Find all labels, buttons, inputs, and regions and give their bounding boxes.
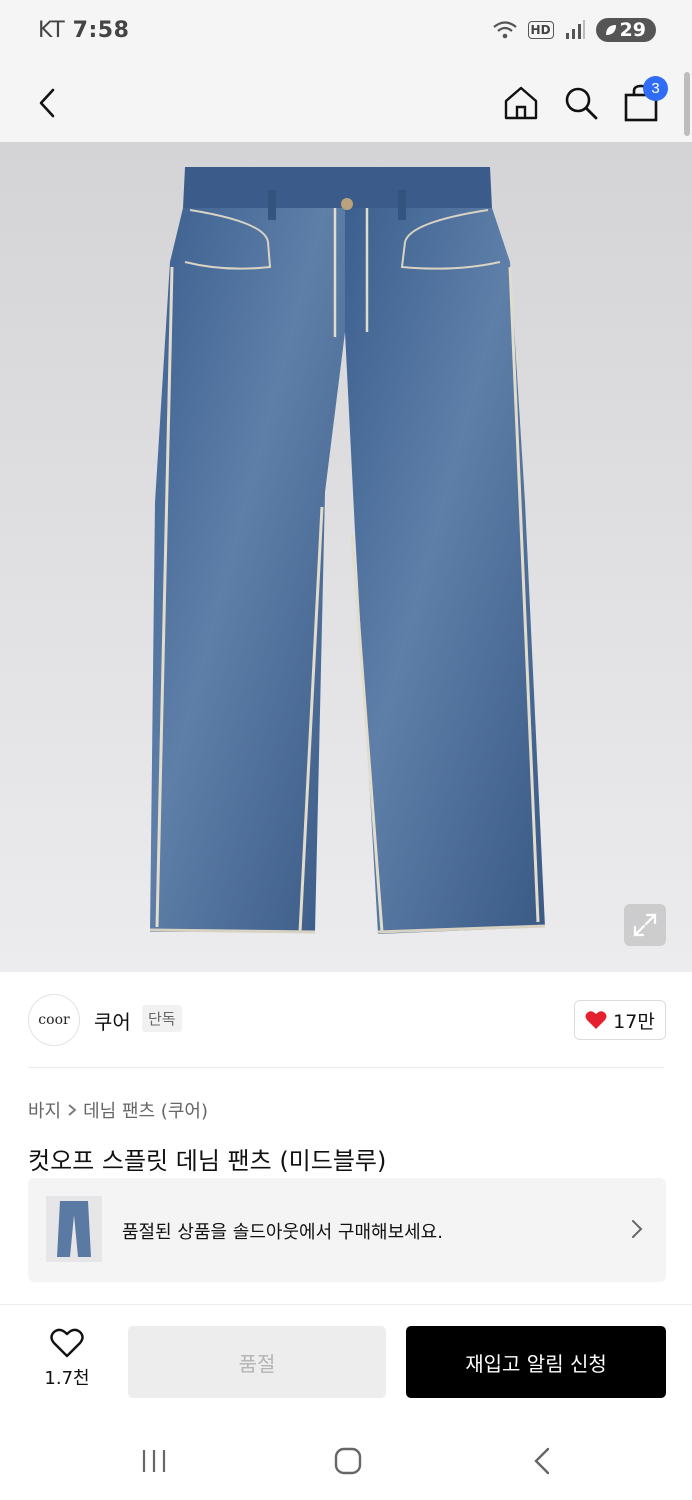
signal-icon (565, 20, 585, 39)
wishlist-count: 1.7천 (44, 1368, 90, 1389)
system-home-button[interactable] (318, 1440, 378, 1482)
clock: 7:58 (72, 18, 130, 43)
system-navigation-bar (0, 1420, 692, 1500)
status-icons: HD 29 (492, 18, 656, 42)
exclusive-badge: 단독 (142, 1005, 182, 1032)
wifi-icon (492, 21, 517, 39)
product-title: 컷오프 스플릿 데님 팬츠 (미드블루) (28, 1147, 387, 1175)
wishlist-button[interactable]: 1.7천 (30, 1328, 104, 1398)
product-thumbnail (46, 1196, 102, 1262)
leaf-icon (605, 25, 616, 35)
brand-logo[interactable]: coor (28, 994, 80, 1046)
home-button[interactable] (494, 76, 548, 130)
scrollbar[interactable] (684, 72, 690, 136)
chevron-right-icon (68, 1104, 77, 1116)
cart-count-badge: 3 (643, 76, 668, 101)
soldout-button: 품절 (128, 1326, 386, 1398)
back-arrow-icon (534, 1447, 550, 1475)
top-nav: 3 (0, 64, 692, 142)
brand-like-button[interactable]: 17만 (574, 1000, 666, 1040)
search-icon (565, 87, 598, 120)
brand-name[interactable]: 쿠어 (94, 1006, 131, 1035)
divider (0, 1304, 692, 1305)
breadcrumb-subcategory[interactable]: 데님 팬츠 (쿠어) (83, 1097, 208, 1123)
chevron-left-icon (39, 88, 55, 118)
chevron-right-icon (632, 1220, 643, 1238)
brand-row: coor 쿠어 단독 17만 (0, 972, 692, 1068)
carrier-label: KT (38, 18, 66, 43)
jeans-illustration (149, 167, 546, 934)
status-carrier-time: KT 7:58 (38, 18, 129, 43)
home-icon (504, 86, 538, 120)
expand-icon (633, 913, 657, 937)
cart-button[interactable]: 3 (614, 76, 668, 130)
soldout-banner[interactable]: 품절된 상품을 솔드아웃에서 구매해보세요. (28, 1178, 666, 1282)
system-back-button[interactable] (512, 1440, 572, 1482)
soldout-banner-text: 품절된 상품을 솔드아웃에서 구매해보세요. (122, 1222, 443, 1243)
product-image[interactable] (0, 142, 692, 972)
home-circle-icon (334, 1447, 362, 1475)
heart-outline-icon (50, 1328, 84, 1358)
breadcrumb: 바지 데님 팬츠 (쿠어) (28, 1097, 208, 1123)
divider (28, 1067, 664, 1068)
status-bar: KT 7:58 HD 29 (0, 0, 692, 64)
restock-alert-button[interactable]: 재입고 알림 신청 (406, 1326, 666, 1398)
jeans-thumbnail-image (57, 1201, 91, 1257)
hd-icon: HD (527, 21, 554, 39)
battery-indicator: 29 (595, 18, 656, 42)
breadcrumb-category[interactable]: 바지 (28, 1097, 61, 1123)
back-button[interactable] (20, 76, 74, 130)
recent-apps-icon (142, 1450, 166, 1472)
expand-image-button[interactable] (624, 904, 666, 946)
heart-filled-icon (585, 1011, 607, 1029)
battery-level: 29 (619, 19, 646, 41)
brand-like-count: 17만 (613, 1010, 655, 1033)
recent-apps-button[interactable] (124, 1440, 184, 1482)
search-button[interactable] (554, 76, 608, 130)
